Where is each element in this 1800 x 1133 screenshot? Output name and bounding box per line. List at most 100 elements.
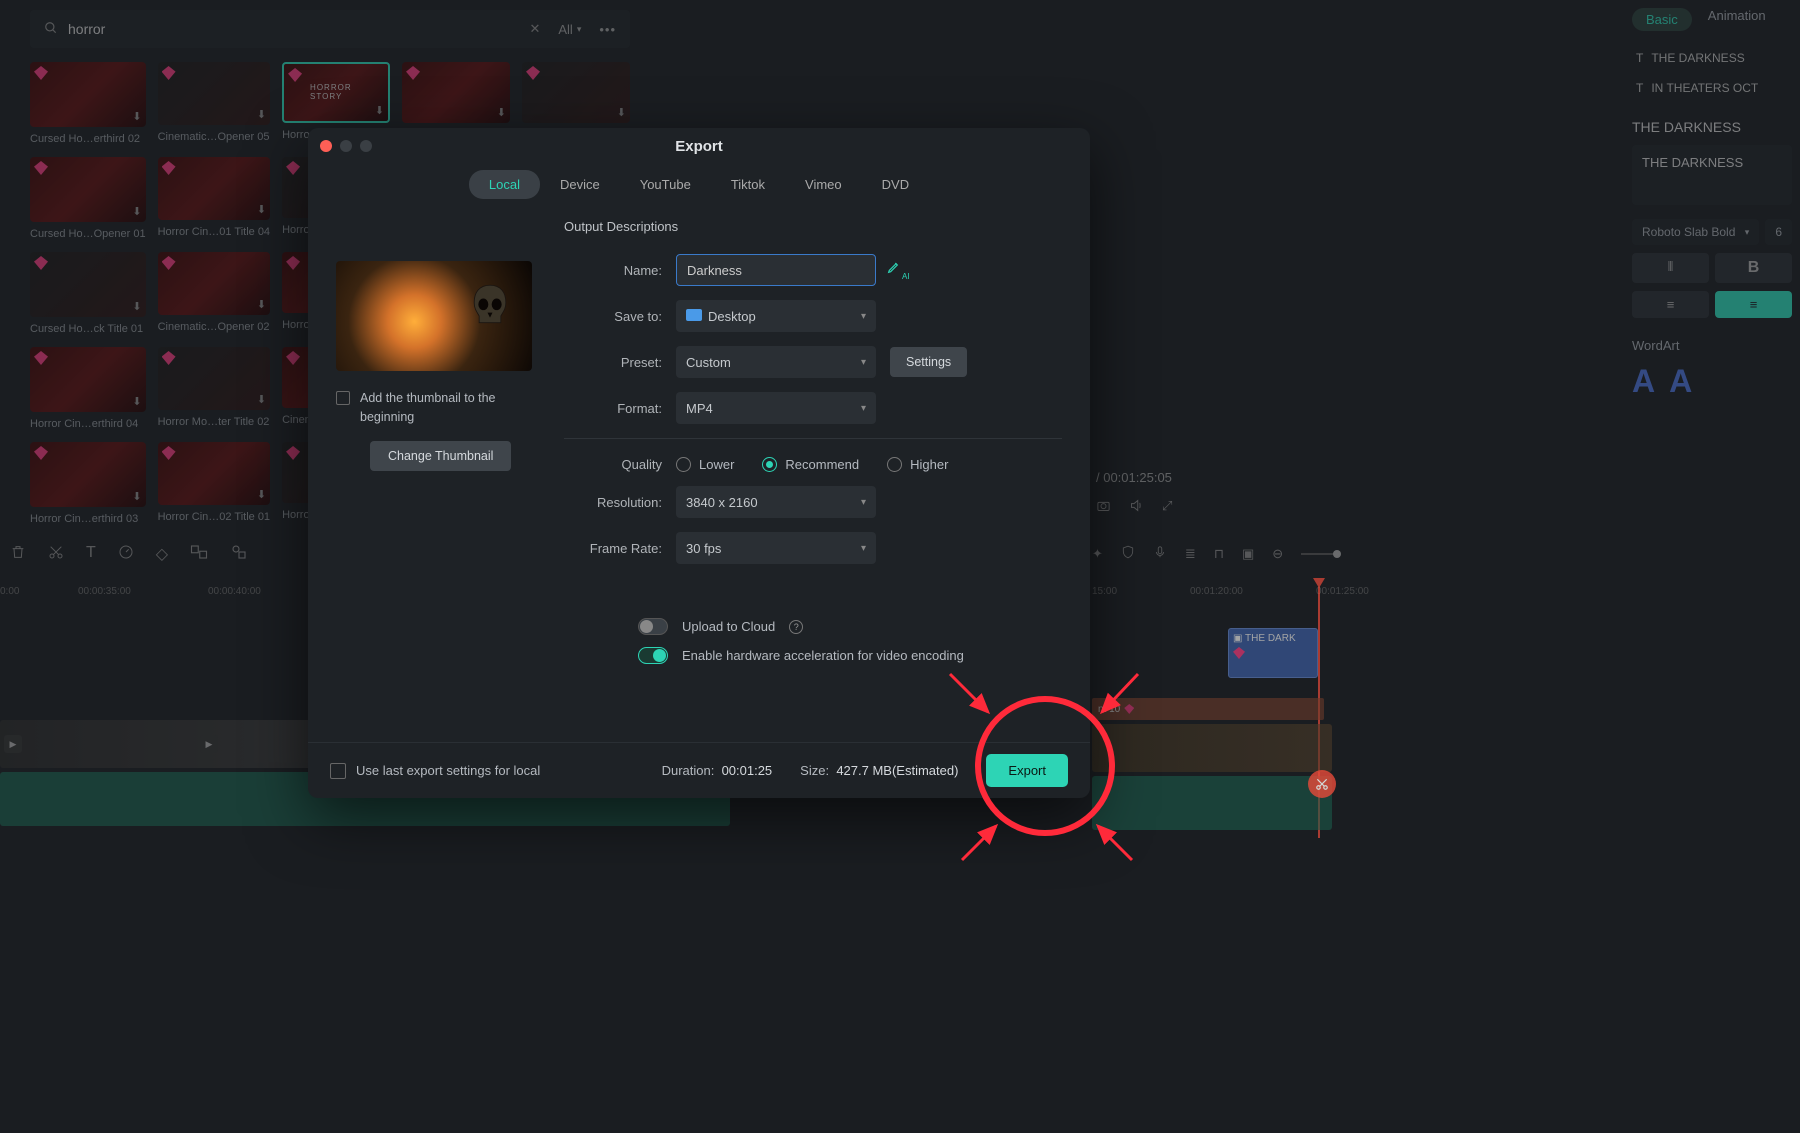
thumbnail-label: Horror Cin…02 Title 01: [158, 511, 271, 523]
template-thumbnail[interactable]: ⬇Cursed Ho…ck Title 01: [30, 252, 146, 335]
audio-clip-right[interactable]: [1092, 776, 1332, 830]
clear-icon[interactable]: ✕: [529, 21, 540, 37]
download-icon: ⬇: [132, 490, 141, 503]
gem-icon: [286, 351, 300, 365]
template-thumbnail[interactable]: ⬇Horror Mo…ter Title 02: [158, 347, 271, 430]
timeline-tools-right: ✦ ≣ ⊓ ▣ ⊖: [1092, 545, 1337, 562]
title-clip[interactable]: ▣ THE DARK: [1228, 628, 1318, 678]
gem-icon: [162, 66, 176, 80]
align-left-icon[interactable]: ≡: [1632, 291, 1709, 318]
shield-icon[interactable]: [1121, 545, 1135, 562]
font-select[interactable]: Roboto Slab Bold▾: [1632, 219, 1759, 245]
text-icon[interactable]: T: [86, 544, 96, 565]
quality-higher-radio[interactable]: Higher: [887, 457, 948, 472]
saveto-label: Save to:: [564, 309, 676, 324]
volume-icon[interactable]: [1129, 498, 1144, 516]
export-button[interactable]: Export: [986, 754, 1068, 787]
preset-select[interactable]: Custom ▾: [676, 346, 876, 378]
resolution-label: Resolution:: [564, 495, 676, 510]
framerate-select[interactable]: 30 fps ▾: [676, 532, 876, 564]
tab-animation[interactable]: Animation: [1708, 8, 1766, 31]
format-label: Format:: [564, 401, 676, 416]
effect-clip[interactable]: nt 10: [1092, 698, 1324, 720]
download-icon: ⬇: [257, 108, 266, 121]
ai-rename-icon[interactable]: AI: [886, 259, 910, 281]
thumbnail-label: Cursed Ho…erthird 02: [30, 133, 146, 145]
download-icon: ⬇: [497, 106, 506, 119]
split-button[interactable]: [1308, 770, 1336, 798]
zoom-out-icon[interactable]: ⊖: [1272, 546, 1283, 562]
help-icon[interactable]: ?: [789, 620, 803, 634]
preset-label: Preset:: [564, 355, 676, 370]
upload-cloud-toggle[interactable]: [638, 618, 668, 635]
tab-basic[interactable]: Basic: [1632, 8, 1692, 31]
chevron-down-icon: ▾: [861, 403, 866, 414]
speed-icon[interactable]: [118, 544, 134, 565]
gem-icon: [162, 446, 176, 460]
change-thumbnail-button[interactable]: Change Thumbnail: [370, 441, 511, 471]
filter-all[interactable]: All ▾: [550, 22, 589, 37]
template-thumbnail[interactable]: ⬇Cinematic…Opener 05: [158, 62, 271, 145]
framerate-label: Frame Rate:: [564, 541, 676, 556]
mic-icon[interactable]: [1153, 545, 1167, 562]
fullscreen-icon[interactable]: ⤢: [1162, 498, 1172, 516]
download-icon: ⬇: [132, 395, 141, 408]
quality-recommend-radio[interactable]: Recommend: [762, 457, 859, 472]
bold-icon[interactable]: B: [1715, 253, 1792, 283]
color-icon[interactable]: [190, 544, 208, 565]
crop-icon[interactable]: ◇: [156, 544, 168, 565]
export-tabs: Local Device YouTube Tiktok Vimeo DVD: [308, 170, 1090, 199]
title-text-input[interactable]: THE DARKNESS: [1632, 145, 1792, 205]
template-thumbnail[interactable]: ⬇Cursed Ho…Opener 01: [30, 157, 146, 240]
tab-local[interactable]: Local: [469, 170, 540, 199]
text-layer-item[interactable]: TTHE DARKNESS: [1632, 43, 1792, 73]
template-thumbnail[interactable]: ⬇Horror Cin…erthird 03: [30, 442, 146, 525]
tab-device[interactable]: Device: [540, 170, 620, 199]
template-thumbnail[interactable]: ⬇Cinematic…Opener 02: [158, 252, 271, 335]
gem-icon: [34, 256, 48, 270]
zoom-slider[interactable]: [1301, 553, 1337, 555]
name-input[interactable]: [676, 254, 876, 286]
more-icon[interactable]: •••: [599, 22, 616, 37]
delete-icon[interactable]: [10, 544, 26, 565]
resolution-select[interactable]: 3840 x 2160 ▾: [676, 486, 876, 518]
cut-icon[interactable]: [48, 544, 64, 565]
preset-settings-button[interactable]: Settings: [890, 347, 967, 377]
snapshot-icon[interactable]: [1096, 498, 1111, 516]
search-icon: [44, 21, 58, 38]
template-thumbnail[interactable]: ⬇Cursed Ho…erthird 02: [30, 62, 146, 145]
template-thumbnail[interactable]: ⬇Horror Cin…02 Title 01: [158, 442, 271, 525]
size-info: Size: 427.7 MB(Estimated): [800, 763, 958, 778]
title-label: THE DARKNESS: [1632, 119, 1792, 135]
search-input[interactable]: [68, 21, 519, 37]
download-icon: ⬇: [132, 300, 141, 313]
tool-icon[interactable]: ✦: [1092, 546, 1103, 562]
saveto-select[interactable]: Desktop ▾: [676, 300, 876, 332]
wordart-preset[interactable]: A: [1669, 363, 1692, 400]
video-clip-right[interactable]: [1092, 724, 1332, 772]
download-icon: ⬇: [375, 104, 384, 117]
template-thumbnail[interactable]: ⬇Horror Cin…01 Title 04: [158, 157, 271, 240]
marker-icon[interactable]: ▣: [1242, 546, 1254, 562]
magnet-icon[interactable]: ⊓: [1214, 546, 1224, 562]
align-center-icon[interactable]: ≡: [1715, 291, 1792, 318]
text-layer-item[interactable]: TIN THEATERS OCT: [1632, 73, 1792, 103]
tab-dvd[interactable]: DVD: [862, 170, 929, 199]
properties-tabs: Basic Animation: [1632, 8, 1792, 31]
effects-icon[interactable]: [230, 544, 248, 565]
wordart-preset[interactable]: A: [1632, 363, 1655, 400]
quality-lower-radio[interactable]: Lower: [676, 457, 734, 472]
spacing-icon[interactable]: ⫴: [1632, 253, 1709, 283]
tab-tiktok[interactable]: Tiktok: [711, 170, 785, 199]
gem-icon: [1233, 647, 1245, 659]
use-last-settings-checkbox[interactable]: Use last export settings for local: [330, 763, 540, 779]
tab-vimeo[interactable]: Vimeo: [785, 170, 862, 199]
list-icon[interactable]: ≣: [1185, 546, 1196, 562]
thumbnail-label: Cursed Ho…Opener 01: [30, 228, 146, 240]
format-select[interactable]: MP4 ▾: [676, 392, 876, 424]
hw-accel-toggle[interactable]: [638, 647, 668, 664]
tab-youtube[interactable]: YouTube: [620, 170, 711, 199]
add-thumbnail-checkbox[interactable]: Add the thumbnail to the beginning: [336, 389, 536, 427]
template-thumbnail[interactable]: ⬇Horror Cin…erthird 04: [30, 347, 146, 430]
font-size-input[interactable]: 6: [1765, 219, 1792, 245]
